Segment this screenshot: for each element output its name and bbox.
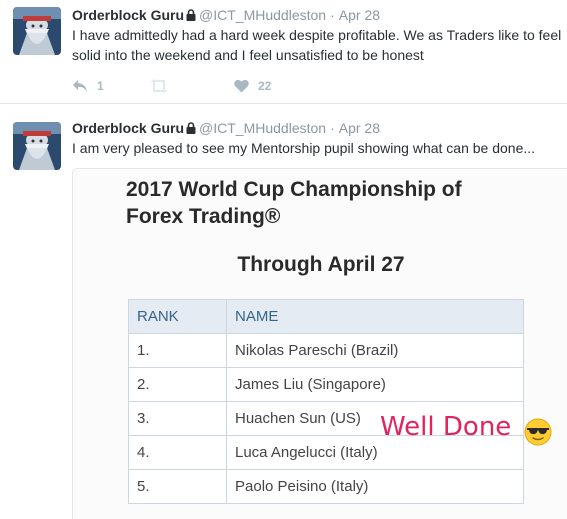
tweet-header: Orderblock Guru @ICT_MHuddleston · Apr 28 <box>72 7 380 24</box>
rank-cell: 1. <box>128 333 227 368</box>
user-handle[interactable]: @ICT_MHuddleston <box>199 120 326 136</box>
well-done-annotation: Well Done <box>380 412 512 442</box>
tweet-text: I am very pleased to see my Mentorship p… <box>72 138 567 158</box>
media-subtitle-text: Through April 27 <box>237 253 405 276</box>
heart-icon <box>234 79 249 93</box>
media-subtitle: Through April 27 <box>73 253 567 277</box>
separator: · <box>330 120 335 136</box>
user-handle[interactable]: @ICT_MHuddleston <box>199 7 326 23</box>
reply-icon <box>72 79 88 93</box>
name-cell: Nikolas Pareschi (Brazil) <box>226 333 524 368</box>
media-title-line: 2017 World Cup Championship of <box>126 178 462 201</box>
separator: · <box>330 7 335 23</box>
reply-button[interactable]: 1 <box>72 77 104 95</box>
table-row: 1. Nikolas Pareschi (Brazil) <box>128 333 524 368</box>
rank-cell: 2. <box>128 367 227 402</box>
tweet-date[interactable]: Apr 28 <box>339 120 380 136</box>
tweet-header: Orderblock Guru @ICT_MHuddleston · Apr 28 <box>72 120 380 137</box>
tweet[interactable]: Orderblock Guru @ICT_MHuddleston · Apr 28 I… <box>0 105 567 519</box>
tweet-text-line: solid into the weekend and I feel unsati… <box>72 47 424 63</box>
like-button[interactable]: 22 <box>234 77 271 95</box>
user-name[interactable]: Orderblock Guru <box>72 7 184 23</box>
like-count: 22 <box>258 79 272 93</box>
tweet-text: I have admittedly had a hard week despit… <box>72 25 567 65</box>
media-title-line: Forex Trading® <box>126 205 281 228</box>
column-header-name: NAME <box>226 299 524 334</box>
avatar[interactable] <box>13 122 61 170</box>
rank-cell: 3. <box>128 401 227 436</box>
tweet-text-line: I am very pleased to see my Mentorship p… <box>72 140 536 156</box>
ranking-table: RANK NAME 1. Nikolas Pareschi (Brazil) 2… <box>128 299 524 504</box>
table-header-row: RANK NAME <box>128 299 524 334</box>
table-row: 5. Paolo Peisino (Italy) <box>128 469 524 504</box>
lock-icon <box>186 8 196 24</box>
sunglasses-emoji <box>524 418 552 446</box>
media-title: 2017 World Cup Championship of Forex Tra… <box>126 176 462 230</box>
rank-cell: 5. <box>128 469 227 504</box>
tweet-media-image[interactable]: 2017 World Cup Championship of Forex Tra… <box>72 168 567 519</box>
lock-icon <box>186 121 196 137</box>
rank-cell: 4. <box>128 435 227 470</box>
retweet-icon <box>149 79 169 93</box>
tweet-date[interactable]: Apr 28 <box>339 7 380 23</box>
retweet-button[interactable] <box>149 77 178 95</box>
tweet-text-line: I have admittedly had a hard week despit… <box>72 27 562 43</box>
name-cell: James Liu (Singapore) <box>226 367 524 402</box>
name-cell: Paolo Peisino (Italy) <box>226 469 524 504</box>
tweet[interactable]: Orderblock Guru @ICT_MHuddleston · Apr 28 I… <box>0 0 567 104</box>
column-header-rank: RANK <box>128 299 227 334</box>
reply-count: 1 <box>97 79 104 93</box>
user-name[interactable]: Orderblock Guru <box>72 120 184 136</box>
avatar[interactable] <box>13 7 61 55</box>
table-row: 2. James Liu (Singapore) <box>128 367 524 402</box>
